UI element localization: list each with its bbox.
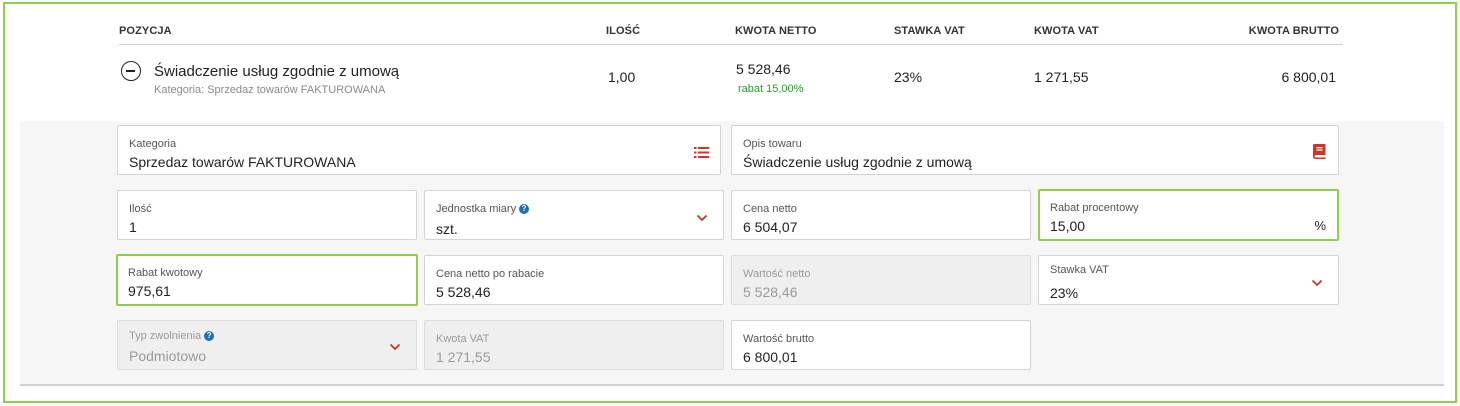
chevron-down-icon[interactable] — [696, 213, 708, 223]
header-kwota-netto: KWOTA NETTO — [735, 25, 817, 37]
jednostka-miary-label: Jednostka miary — [436, 203, 517, 215]
chevron-down-icon[interactable] — [389, 342, 401, 352]
header-stawka-vat: STAWKA VAT — [894, 25, 965, 37]
ilosc-field[interactable]: Ilość 1 — [117, 190, 417, 240]
kategoria-value: Sprzedaz towarów FAKTUROWANA — [129, 154, 356, 170]
rabat-kwotowy-field[interactable]: Rabat kwotowy 975,61 — [116, 254, 418, 306]
rabat-procentowy-field[interactable]: Rabat procentowy 15,00 % — [1038, 189, 1339, 241]
ilosc-value: 1 — [129, 219, 137, 235]
item-kwota-vat: 1 271,55 — [1034, 69, 1089, 85]
item-rabat: rabat 15,00% — [738, 83, 804, 95]
stawka-vat-value: 23% — [1050, 285, 1079, 301]
wartosc-netto-field: Wartość netto 5 528,46 — [731, 255, 1031, 305]
minus-circle-icon[interactable] — [121, 61, 141, 81]
jednostka-miary-value: szt. — [436, 221, 458, 237]
opis-towaru-value: Świadczenie usług zgodnie z umową — [743, 154, 972, 170]
typ-zwolnienia-label-wrap: Typ zwolnienia? — [129, 330, 215, 342]
wartosc-brutto-field[interactable]: Wartość brutto 6 800,01 — [731, 320, 1031, 370]
cena-netto-po-rabacie-field[interactable]: Cena netto po rabacie 5 528,46 — [424, 255, 724, 305]
jednostka-miary-label-wrap: Jednostka miary? — [436, 203, 530, 215]
book-icon[interactable] — [1313, 144, 1326, 159]
stawka-vat-field[interactable]: Stawka VAT 23% — [1038, 255, 1339, 305]
rabat-kwotowy-value: 975,61 — [128, 283, 171, 299]
typ-zwolnienia-value: Podmiotowo — [129, 348, 207, 364]
item-stawka-vat: 23% — [894, 69, 923, 85]
percent-suffix: % — [1314, 218, 1326, 233]
invoice-item-editor: POZYCJA ILOŚĆ KWOTA NETTO STAWKA VAT KWO… — [3, 2, 1457, 403]
help-icon[interactable]: ? — [204, 331, 215, 341]
wartosc-netto-value: 5 528,46 — [743, 284, 798, 300]
rabat-kwotowy-label: Rabat kwotowy — [128, 267, 203, 279]
ilosc-label: Ilość — [129, 203, 152, 215]
item-name: Świadczenie usług zgodnie z umową — [154, 63, 400, 80]
rabat-procentowy-value: 15,00 — [1050, 218, 1086, 234]
item-ilosc: 1,00 — [608, 69, 636, 85]
cena-netto-po-rabacie-label: Cena netto po rabacie — [436, 268, 545, 280]
typ-zwolnienia-field[interactable]: Typ zwolnienia? Podmiotowo — [117, 320, 417, 370]
header-kwota-vat: KWOTA VAT — [1034, 25, 1099, 37]
header-kwota-brutto: KWOTA BRUTTO — [1248, 25, 1339, 37]
kwota-vat-field: Kwota VAT 1 271,55 — [424, 320, 724, 370]
header-ilosc: ILOŚĆ — [606, 25, 641, 37]
cena-netto-field[interactable]: Cena netto 6 504,07 — [731, 190, 1031, 240]
typ-zwolnienia-label: Typ zwolnienia — [129, 330, 202, 342]
item-kwota-netto: 5 528,46 — [736, 61, 791, 77]
jednostka-miary-field[interactable]: Jednostka miary? szt. — [424, 190, 724, 240]
cena-netto-po-rabacie-value: 5 528,46 — [436, 284, 491, 300]
kwota-vat-label: Kwota VAT — [436, 333, 490, 345]
chevron-down-icon[interactable] — [1311, 278, 1323, 288]
item-kwota-brutto: 6 800,01 — [1281, 69, 1337, 85]
cena-netto-value: 6 504,07 — [743, 219, 798, 235]
header-divider — [119, 44, 1343, 45]
opis-towaru-label: Opis towaru — [743, 138, 802, 150]
rabat-procentowy-label: Rabat procentowy — [1050, 202, 1139, 214]
header-pozycja: POZYCJA — [119, 25, 172, 37]
stawka-vat-label: Stawka VAT — [1050, 264, 1109, 276]
kategoria-field[interactable]: Kategoria Sprzedaz towarów FAKTUROWANA — [117, 125, 721, 175]
kwota-vat-value: 1 271,55 — [436, 349, 491, 365]
list-icon[interactable] — [694, 146, 709, 159]
item-category: Kategoria: Sprzedaz towarów FAKTUROWANA — [154, 84, 386, 96]
wartosc-brutto-value: 6 800,01 — [743, 349, 798, 365]
cena-netto-label: Cena netto — [743, 203, 797, 215]
wartosc-brutto-label: Wartość brutto — [743, 333, 815, 345]
help-icon[interactable]: ? — [519, 204, 530, 214]
kategoria-label: Kategoria — [129, 138, 177, 150]
wartosc-netto-label: Wartość netto — [743, 268, 811, 280]
opis-towaru-field[interactable]: Opis towaru Świadczenie usług zgodnie z … — [731, 125, 1339, 175]
